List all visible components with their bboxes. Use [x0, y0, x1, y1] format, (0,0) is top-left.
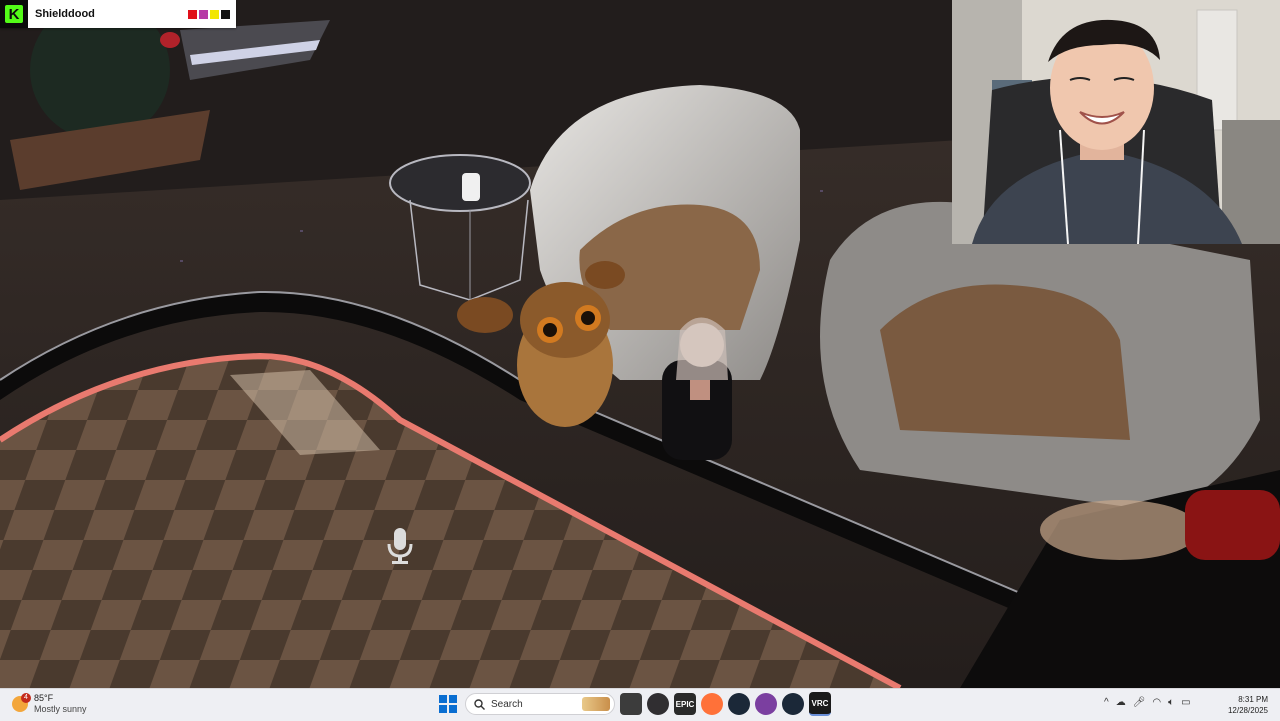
windows-taskbar: 4 85°F Mostly sunny Search EPIC VRC ^ ☁ …	[0, 688, 1280, 721]
epic-games-icon[interactable]: EPIC	[674, 693, 696, 715]
vrchat-icon[interactable]: VRC	[809, 692, 831, 716]
weather-icon: 4	[12, 693, 31, 712]
steam-icon[interactable]	[728, 693, 750, 715]
purple-app-icon[interactable]	[755, 693, 777, 715]
swatch-black	[221, 9, 230, 19]
search-label: Search	[491, 698, 523, 710]
clock[interactable]: 8:31 PM 12/28/2025	[1222, 694, 1268, 716]
chevron-up-icon[interactable]: ^	[1104, 697, 1109, 708]
search-highlight-image	[582, 697, 610, 711]
swatch-red	[188, 9, 197, 19]
steam-2-icon[interactable]	[782, 693, 804, 715]
notification-badge: 4	[21, 693, 31, 703]
weather-temp: 85°F	[34, 693, 54, 703]
clock-date: 12/28/2025	[1227, 706, 1268, 715]
task-view-icon[interactable]	[620, 693, 642, 715]
taskbar-search[interactable]: Search	[465, 693, 615, 715]
taskbar-apps: Search EPIC VRC	[436, 692, 831, 716]
system-tray: ^ ☁ 🎤︎ ◠ 🔈︎ ▭	[1104, 697, 1191, 708]
microphone-icon	[386, 526, 414, 571]
channel-name: Shielddood	[35, 8, 95, 20]
color-swatches	[188, 9, 230, 19]
battery-icon[interactable]: ▭	[1181, 697, 1190, 708]
microphone-tray-icon[interactable]: 🎤︎	[1133, 697, 1146, 708]
kick-stream-badge: K Shielddood	[0, 0, 236, 28]
cloud-icon[interactable]: ☁	[1116, 697, 1126, 708]
weather-condition: Mostly sunny	[34, 704, 87, 714]
swatch-yellow	[210, 9, 219, 19]
weather-widget[interactable]: 4 85°F Mostly sunny	[12, 693, 87, 715]
search-icon	[474, 698, 485, 710]
start-button[interactable]	[436, 692, 460, 716]
obs-icon[interactable]	[647, 693, 669, 715]
kick-logo: K	[0, 0, 28, 28]
volume-icon[interactable]: 🔈︎	[1168, 697, 1174, 708]
firefox-icon[interactable]	[701, 693, 723, 715]
clock-time: 8:31 PM	[1238, 695, 1268, 704]
wifi-icon[interactable]: ◠	[1152, 697, 1161, 708]
windows-logo-icon	[439, 695, 457, 713]
webcam-overlay	[952, 0, 1280, 244]
swatch-purple	[199, 9, 208, 19]
